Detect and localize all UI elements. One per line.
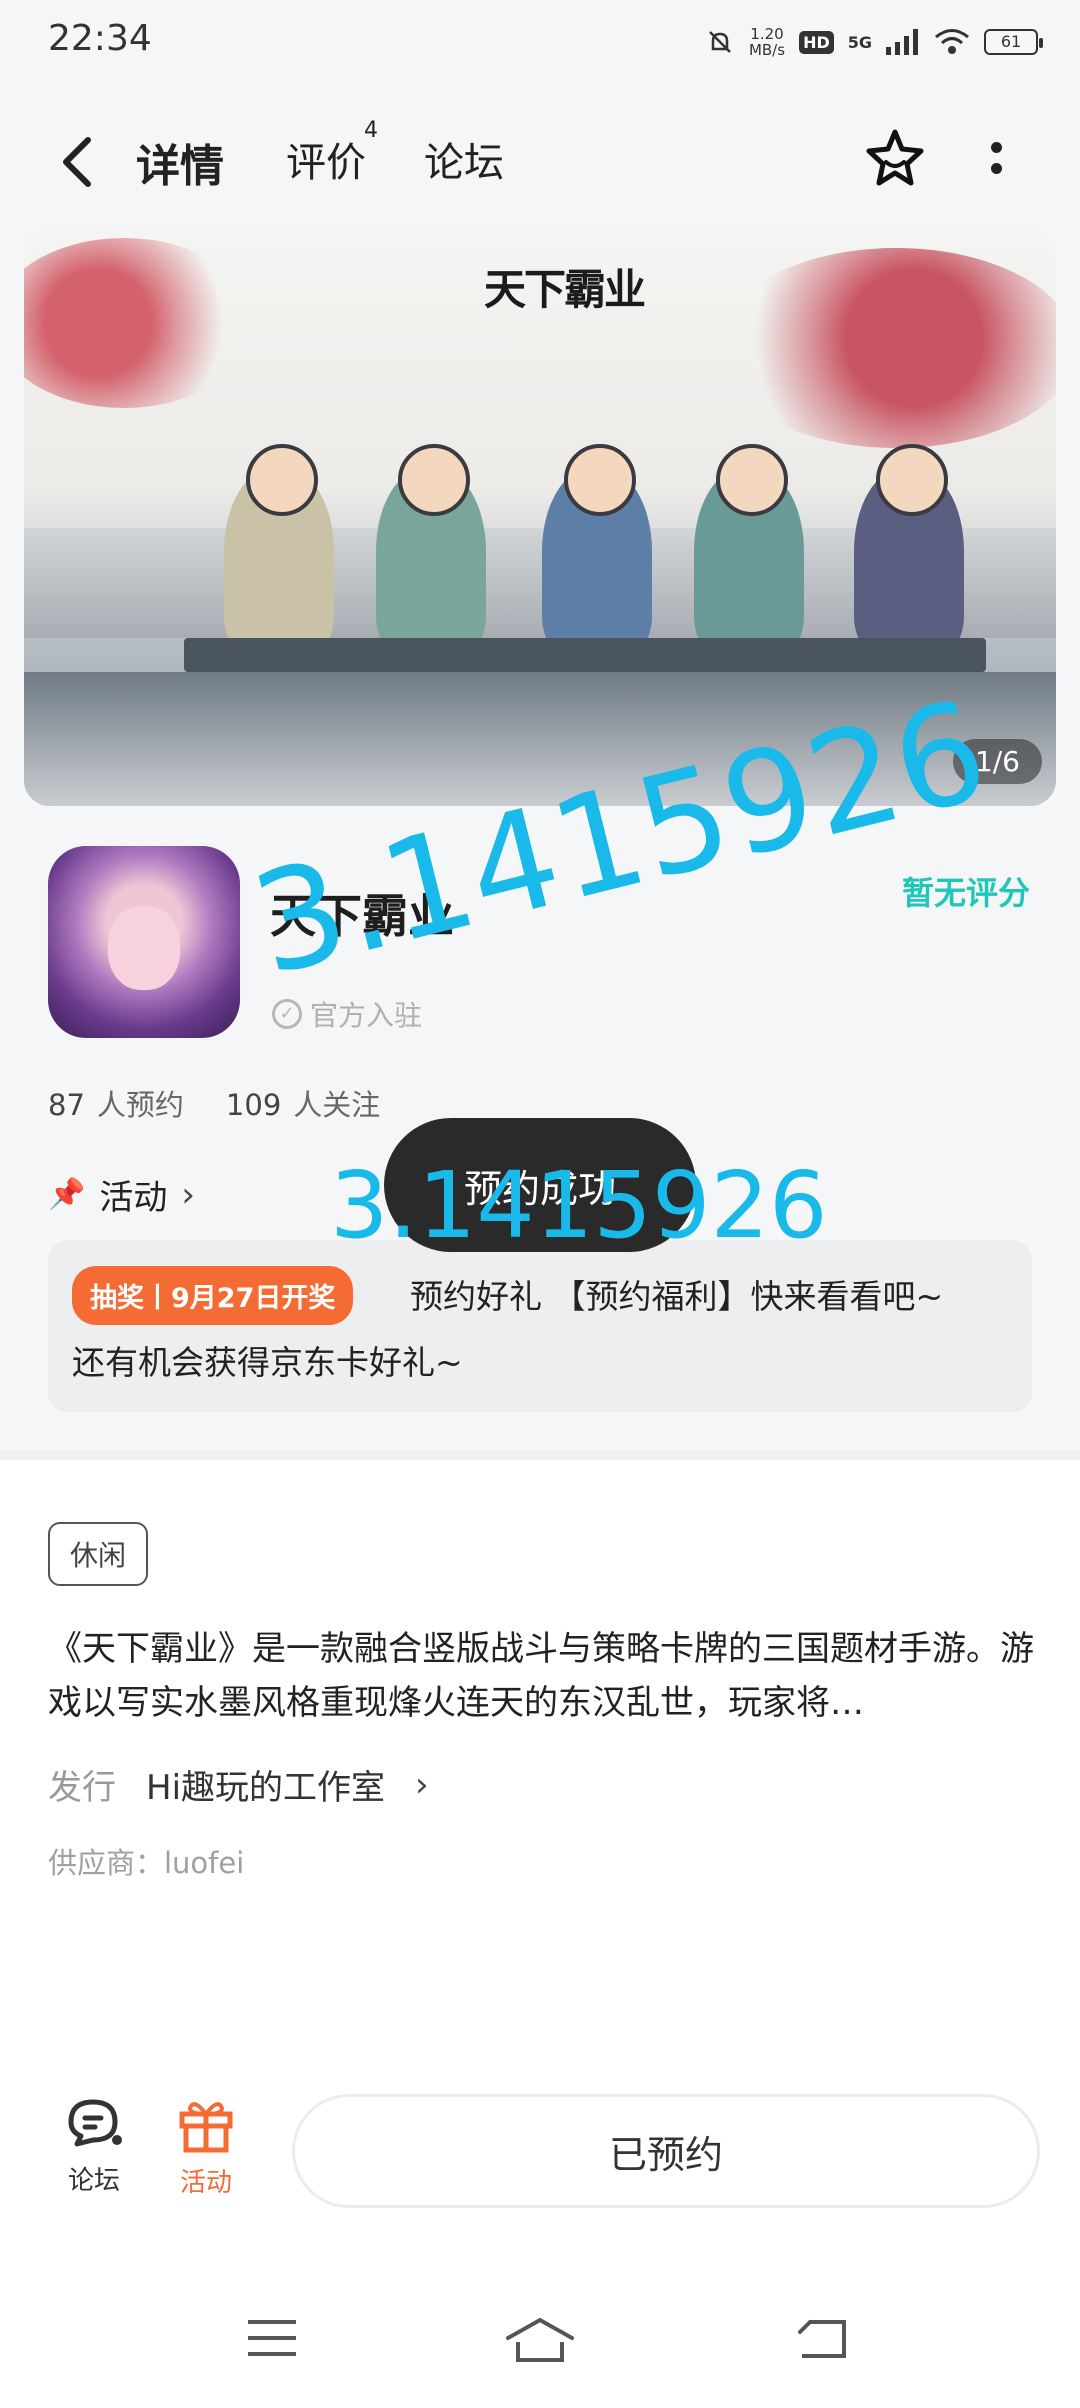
tab-review[interactable]: 评价 4 [286,118,378,188]
activity-card[interactable]: 抽奖丨9月27日开奖 预约好礼 【预约福利】快来看看吧~ 还有机会获得京东卡好礼… [48,1240,1032,1412]
lottery-tag: 抽奖丨9月27日开奖 [72,1266,354,1325]
net-speed: 1.20 MB/s [748,25,786,59]
activity-subtitle: 还有机会获得京东卡好礼~ [72,1343,463,1382]
reservation-count: 87 人预约 [48,1088,184,1122]
menu-icon[interactable] [246,2316,298,2360]
app-stats: 87 人预约 109 人关注 [48,1082,380,1124]
rating-status: 暂无评分 [901,874,1030,912]
overlay-number-small: 3.1415926 [330,1152,828,1259]
activity-header[interactable]: 📌 活动 › [48,1170,195,1219]
status-icons: 1.20 MB/s HD 5G 61 [705,22,1043,62]
home-icon[interactable] [504,2316,576,2364]
tab-forum[interactable]: 论坛 [424,130,504,188]
banner-character [376,444,486,653]
chevron-right-icon: › [415,1764,429,1805]
favorite-star-icon[interactable] [862,126,928,192]
gift-icon [179,2102,233,2153]
activity-button[interactable]: 活动 [156,2094,256,2199]
chat-bubble-icon [68,2099,122,2147]
tab-detail[interactable]: 详情 [130,130,230,194]
banner-character [224,444,334,653]
back-nav-icon[interactable] [796,2316,852,2362]
top-navigation: 详情 评价 4 论坛 [0,110,1080,210]
pin-icon: 📌 [48,1177,86,1212]
app-icon [48,846,240,1038]
banner-game-logo: 天下霸业 [484,265,646,314]
status-bar: 22:34 1.20 MB/s HD 5G 61 [0,0,1080,90]
battery-icon: 61 [984,29,1043,55]
banner-tree-left [24,238,254,408]
activity-title: 预约好礼 【预约福利】快来看看吧~ [410,1277,944,1316]
banner-character [694,444,804,653]
status-time: 22:34 [48,18,152,59]
mute-bell-icon [709,31,731,53]
review-count-badge: 4 [364,118,378,143]
follower-count: 109 人关注 [225,1088,381,1122]
chevron-right-icon: › [181,1174,195,1215]
banner-character [854,444,964,653]
banner-tree-right [716,248,1056,448]
genre-tag[interactable]: 休闲 [48,1522,149,1586]
section-divider [0,1450,1080,1460]
wifi-icon [935,29,969,54]
hd-badge: HD [799,30,834,54]
publisher-row[interactable]: 发行 Hi趣玩的工作室 › [48,1760,429,1809]
publisher-name: Hi趣玩的工作室 [146,1768,386,1808]
supplier-info: 供应商：luofei [48,1846,245,1880]
network-type: 5G [847,32,872,52]
system-navigation-bar [0,2290,1080,2400]
forum-button[interactable]: 论坛 [44,2094,144,2197]
game-description[interactable]: 《天下霸业》是一款融合竖版战斗与策略卡牌的三国题材手游。游戏以写实水墨风格重现烽… [48,1622,1038,1730]
more-options-icon[interactable] [986,138,1006,182]
reserved-button[interactable]: 已预约 [292,2094,1040,2208]
back-arrow-icon[interactable] [54,132,102,192]
banner-character [542,444,652,653]
signal-icon [886,29,918,55]
